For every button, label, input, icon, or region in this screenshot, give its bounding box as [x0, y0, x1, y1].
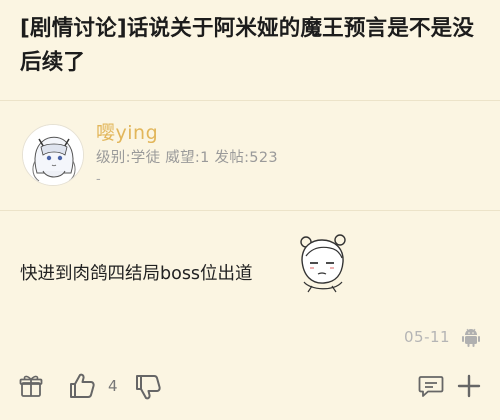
like-count: 4 — [108, 377, 118, 395]
divider — [0, 100, 500, 101]
plus-icon[interactable] — [456, 373, 482, 399]
sticker-image — [300, 234, 346, 293]
author-signature: - — [96, 172, 101, 187]
android-icon — [462, 328, 480, 347]
author-meta: 级别:学徒 威望:1 发帖:523 — [96, 150, 278, 166]
author-username[interactable]: 嘤ying — [96, 118, 158, 145]
comment-icon[interactable] — [418, 373, 444, 399]
thumbs-up-icon[interactable] — [68, 372, 96, 400]
thumbs-down-icon[interactable] — [134, 373, 162, 401]
post-date: 05-11 — [404, 328, 451, 346]
avatar[interactable] — [22, 124, 84, 186]
gift-icon[interactable] — [18, 373, 44, 399]
thread-title: [剧情讨论]话说关于阿米娅的魔王预言是不是没后续了 — [20, 16, 475, 75]
post-content: 快进到肉鸽四结局boss位出道 — [20, 264, 253, 284]
divider — [0, 210, 500, 211]
